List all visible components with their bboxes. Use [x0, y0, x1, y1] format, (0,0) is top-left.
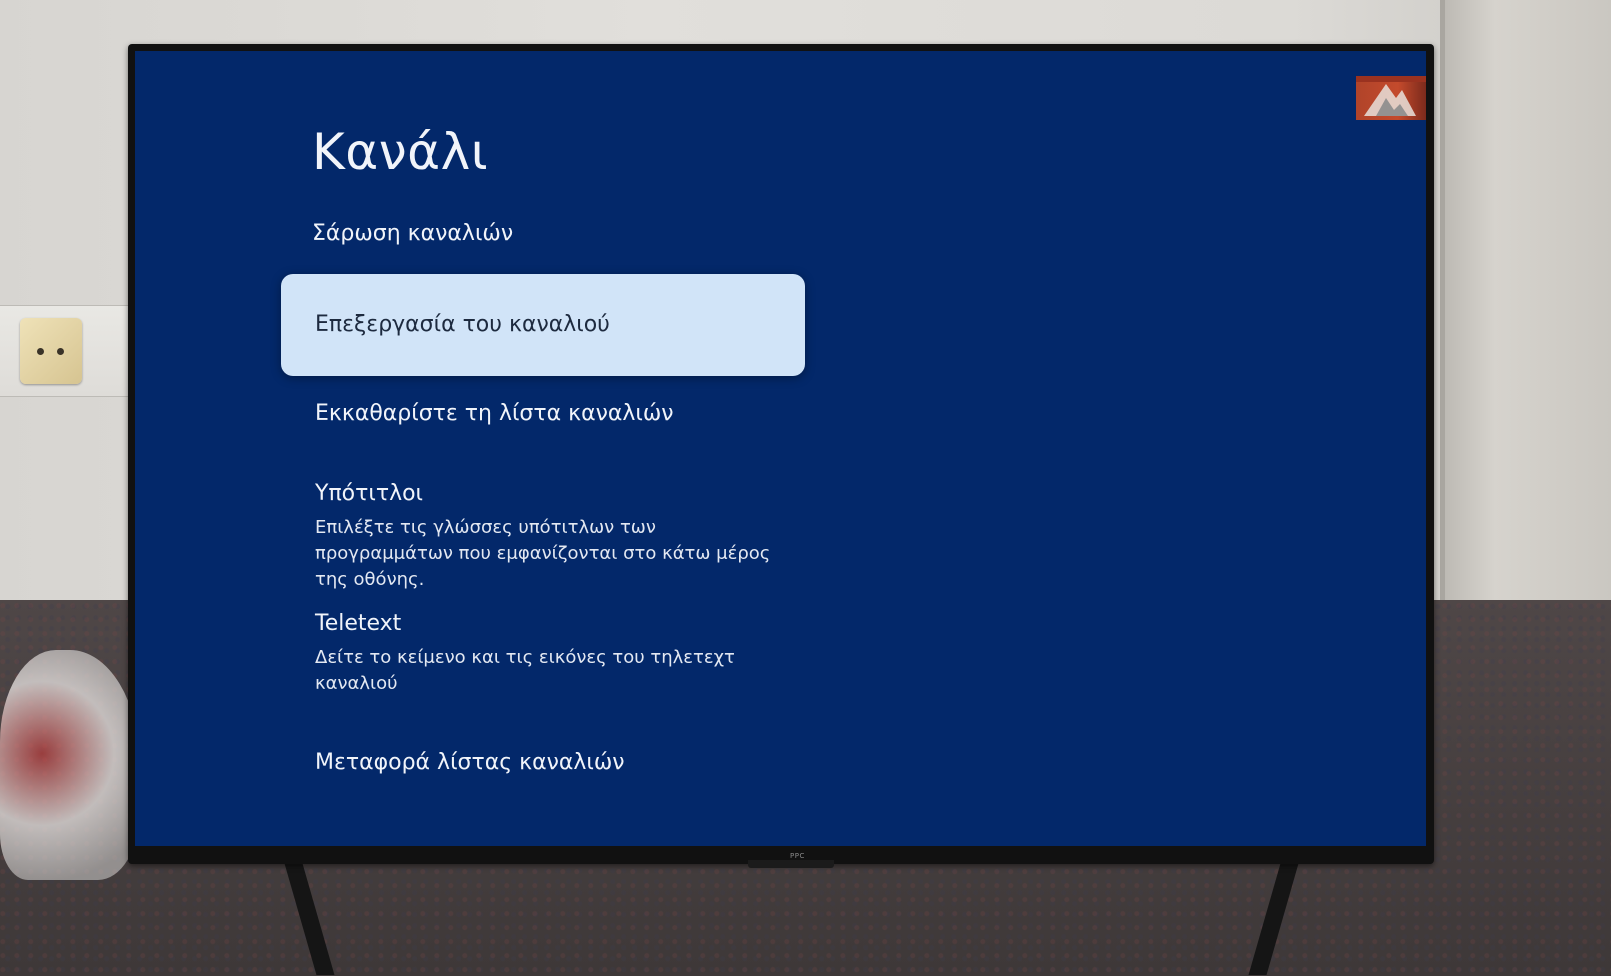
menu-item-description: Επιλέξτε τις γλώσσες υπότιτλων των προγρ…: [315, 517, 771, 590]
power-outlet: [20, 318, 82, 384]
menu-item-title: Μεταφορά λίστας καναλιών: [315, 750, 625, 775]
section-header-channel-scan[interactable]: Σάρωση καναλιών: [312, 221, 513, 246]
menu-item-subtitles[interactable]: Υπότιτλοι Επιλέξτε τις γλώσσες υπότιτλων…: [281, 479, 805, 593]
plastic-bag: [0, 650, 140, 880]
tv-screen: Κανάλι Σάρωση καναλιών Επεξεργασία του κ…: [135, 51, 1426, 846]
menu-item-description: Δείτε το κείμενο και τις εικόνες του τηλ…: [315, 647, 735, 694]
menu-item-title: Επεξεργασία του καναλιού: [315, 312, 610, 337]
channel-logo-icon: [1356, 76, 1426, 120]
menu-item-transfer-channel-list[interactable]: Μεταφορά λίστας καναλιών: [281, 748, 805, 778]
menu-item-clear-channel-list[interactable]: Εκκαθαρίστε τη λίστα καναλιών: [281, 399, 805, 429]
menu-item-edit-channel[interactable]: Επεξεργασία του καναλιού: [281, 274, 805, 376]
menu-item-title: Υπότιτλοι: [315, 481, 424, 506]
tv-brand-label: PPC: [790, 852, 805, 860]
channel-logo-graphic: [1356, 76, 1426, 116]
tv-base-bar: [748, 860, 834, 868]
menu-item-teletext[interactable]: Teletext Δείτε το κείμενο και τις εικόνε…: [281, 609, 805, 697]
menu-item-title: Teletext: [315, 611, 402, 636]
menu-item-title: Εκκαθαρίστε τη λίστα καναλιών: [315, 401, 674, 426]
page-title: Κανάλι: [312, 123, 489, 181]
